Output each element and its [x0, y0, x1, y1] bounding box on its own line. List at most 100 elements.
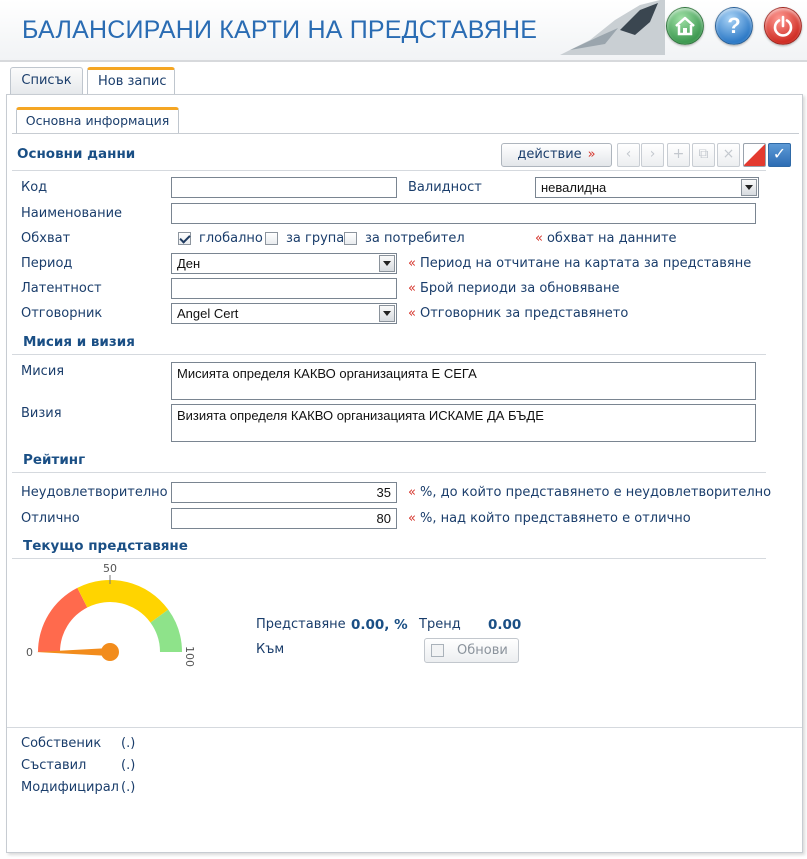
unsatisfactory-hint: «%, до който представянето е неудовлетво… — [408, 485, 771, 500]
header-decoration-image — [560, 0, 665, 55]
hint-arrow: « — [535, 231, 543, 246]
excellent-input[interactable]: 80 — [171, 508, 397, 529]
home-button[interactable] — [666, 7, 704, 45]
app-title: БАЛАНСИРАНИ КАРТИ НА ПРЕДСТАВЯНЕ — [22, 16, 538, 44]
prev-icon: ‹ — [625, 146, 632, 162]
divider — [12, 558, 766, 559]
add-icon: + — [672, 146, 685, 162]
next-icon: › — [649, 146, 656, 162]
tab-new-record[interactable]: Нов запис — [87, 67, 175, 95]
chevron-down-icon[interactable] — [741, 179, 757, 196]
action-arrow: » — [587, 147, 596, 162]
author-info-value: (.) — [121, 758, 136, 773]
cancel-button[interactable] — [743, 143, 766, 167]
delete-icon: × — [722, 146, 735, 162]
period-select[interactable]: Ден — [171, 253, 397, 274]
scope-global-checkbox[interactable] — [178, 232, 191, 245]
prev-button[interactable]: ‹ — [617, 143, 640, 167]
action-button[interactable]: действие » — [501, 143, 612, 167]
latency-input[interactable] — [171, 278, 397, 299]
unsatisfactory-input[interactable]: 35 — [171, 482, 397, 503]
logout-button[interactable] — [764, 7, 802, 45]
divider — [12, 133, 799, 134]
period-hint-text: Период на отчитане на картата за предста… — [419, 256, 752, 271]
validity-select[interactable]: невалидна — [535, 177, 759, 198]
copy-icon: ⧉ — [698, 146, 709, 162]
gauge-band-0 — [38, 587, 88, 652]
gauge-max-label: 100 — [183, 646, 196, 667]
vision-textarea[interactable]: Визията определя КАКВО организацията ИСК… — [171, 404, 756, 442]
mission-label: Мисия — [21, 364, 65, 379]
unsatisfactory-hint-text: %, до който представянето е неудовлетвор… — [419, 485, 772, 500]
hint-arrow: « — [408, 511, 416, 526]
latency-hint-text: Брой периоди за обновяване — [419, 281, 620, 296]
hint-arrow: « — [408, 281, 416, 296]
scope-hint: «обхват на данните — [535, 231, 677, 246]
scope-hint-text: обхват на данните — [546, 231, 677, 246]
period-value: Ден — [177, 256, 201, 271]
gauge-min-label: 0 — [26, 646, 33, 659]
divider — [12, 354, 766, 355]
divider — [12, 170, 766, 171]
gauge-hub — [101, 643, 119, 661]
divider — [7, 727, 802, 728]
trend-value: 0.00 — [488, 617, 522, 633]
divider — [12, 472, 766, 473]
owner-hint-text: Отговорник за представянето — [419, 306, 629, 321]
owner-value: Angel Cert — [177, 306, 239, 321]
power-icon — [773, 15, 793, 37]
calendar-icon — [431, 644, 444, 657]
scope-label: Обхват — [21, 231, 71, 246]
tab-basic-info[interactable]: Основна информация — [16, 107, 179, 134]
next-button[interactable]: › — [641, 143, 664, 167]
section-title-main: Основни данни — [17, 146, 136, 162]
scope-group-checkbox[interactable] — [265, 232, 278, 245]
hint-arrow: « — [408, 485, 416, 500]
gauge-bands — [38, 580, 182, 652]
tab-list[interactable]: Списък — [10, 67, 83, 94]
chevron-down-icon[interactable] — [379, 255, 395, 272]
owner-info-value: (.) — [121, 736, 136, 751]
save-button[interactable]: ✓ — [768, 143, 791, 167]
add-button[interactable]: + — [667, 143, 690, 167]
help-button[interactable]: ? — [715, 7, 753, 45]
help-icon: ? — [727, 13, 741, 38]
excellent-label: Отлично — [21, 511, 80, 526]
check-icon: ✓ — [772, 144, 787, 163]
copy-button[interactable]: ⧉ — [692, 143, 715, 167]
author-info-label: Съставил — [21, 758, 87, 773]
latency-label: Латентност — [21, 281, 102, 296]
name-input[interactable] — [171, 203, 756, 224]
validity-label: Валидност — [408, 180, 482, 195]
vision-label: Визия — [21, 406, 62, 421]
scope-user-label: за потребител — [365, 231, 465, 246]
code-label: Код — [21, 180, 48, 195]
modified-info-label: Модифицирал — [21, 780, 119, 795]
hint-arrow: « — [408, 256, 416, 271]
performance-gauge: 0 50 100 — [26, 562, 196, 667]
owner-hint: «Отговорник за представянето — [408, 306, 628, 321]
performance-label: Представяне — [256, 617, 346, 632]
refresh-button[interactable]: Обнови — [424, 638, 519, 663]
validity-value: невалидна — [541, 180, 607, 195]
code-input[interactable] — [171, 177, 397, 198]
gauge-band-1 — [77, 580, 169, 623]
chevron-down-icon[interactable] — [379, 305, 395, 322]
period-label: Период — [21, 256, 73, 271]
trend-label: Тренд — [419, 617, 461, 632]
excellent-hint: «%, над който представянето е отлично — [408, 511, 691, 526]
excellent-hint-text: %, над който представянето е отлично — [419, 511, 691, 526]
gauge-mid-label: 50 — [103, 562, 117, 575]
to-label: Към — [256, 642, 285, 657]
unsatisfactory-label: Неудовлетворително — [21, 485, 168, 500]
mission-textarea[interactable]: Мисията определя КАКВО организацията Е С… — [171, 362, 756, 400]
delete-button[interactable]: × — [717, 143, 740, 167]
modified-info-value: (.) — [121, 780, 136, 795]
app-header: БАЛАНСИРАНИ КАРТИ НА ПРЕДСТАВЯНЕ ? — [0, 0, 807, 62]
owner-label: Отговорник — [21, 306, 103, 321]
owner-select[interactable]: Angel Cert — [171, 303, 397, 324]
section-title-rating: Рейтинг — [23, 452, 86, 468]
owner-info-label: Собственик — [21, 736, 102, 751]
performance-value: 0.00, % — [351, 617, 408, 633]
scope-user-checkbox[interactable] — [344, 232, 357, 245]
